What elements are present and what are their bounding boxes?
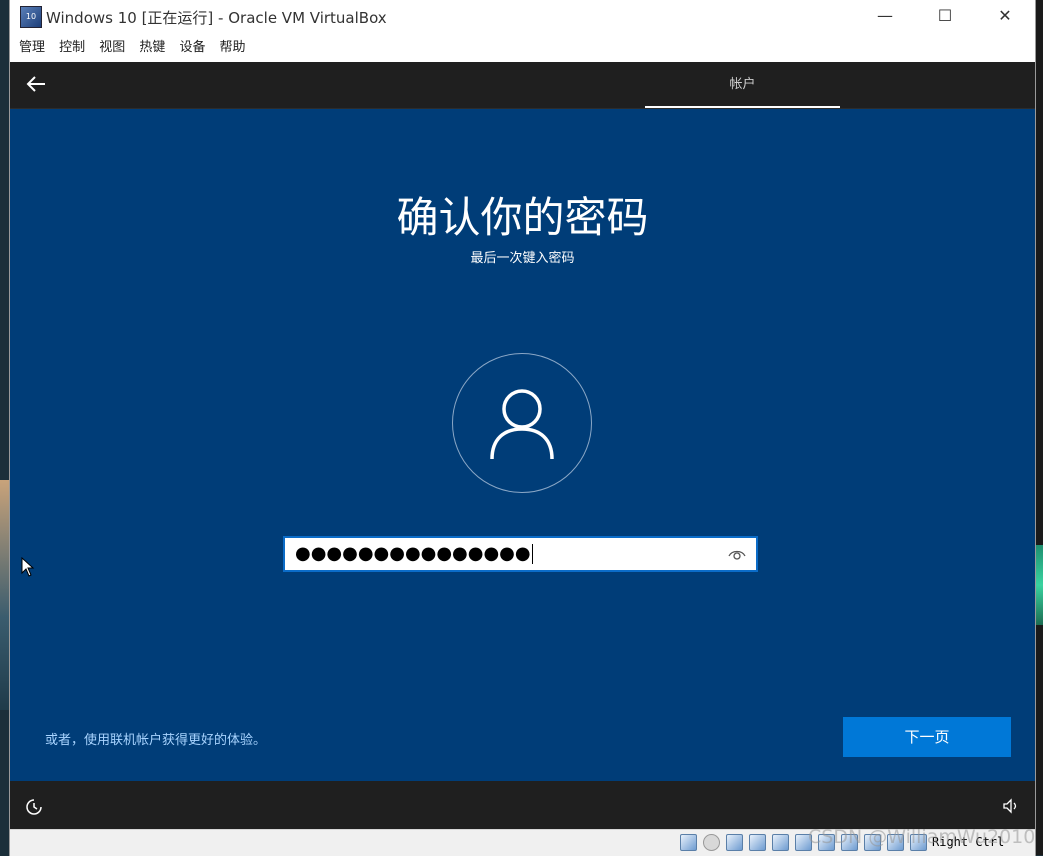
mouse-pointer-icon [21, 557, 35, 577]
menu-item-help[interactable]: 帮助 [220, 34, 246, 62]
menu-bar: 管理 控制 视图 热键 设备 帮助 [10, 34, 1035, 62]
desktop-background-right [1035, 0, 1043, 855]
user-icon [490, 389, 554, 460]
network-icon[interactable] [749, 834, 766, 851]
host-key-label: Right Ctrl [932, 835, 1005, 849]
text-caret [531, 544, 533, 564]
online-account-link[interactable]: 或者，使用联机帐户获得更好的体验。 [45, 729, 266, 748]
desktop-background-left [0, 480, 10, 710]
eye-icon[interactable] [728, 547, 746, 561]
accessibility-icon[interactable] [25, 798, 43, 816]
virtualbox-app-icon: 10 [20, 6, 42, 28]
audio-icon[interactable] [726, 834, 743, 851]
usb-icon[interactable] [772, 834, 789, 851]
close-button[interactable]: ✕ [982, 0, 1028, 34]
hard-disk-icon[interactable] [680, 834, 697, 851]
virtualbox-window: 10 Windows 10 [正在运行] - Oracle VM Virtual… [10, 0, 1035, 856]
menu-item-devices[interactable]: 设备 [179, 34, 205, 62]
guest-additions-icon[interactable] [887, 834, 904, 851]
title-bar[interactable]: 10 Windows 10 [正在运行] - Oracle VM Virtual… [10, 0, 1035, 34]
minimize-button[interactable]: — [862, 0, 908, 34]
menu-item-hotkeys[interactable]: 热键 [139, 34, 165, 62]
tab-account: 帐户 [729, 77, 756, 92]
menu-item-manage[interactable]: 管理 [19, 34, 45, 62]
window-title: Windows 10 [正在运行] - Oracle VM VirtualBox [46, 9, 387, 27]
volume-icon[interactable] [1002, 798, 1020, 814]
next-button[interactable]: 下一页 [843, 717, 1011, 757]
oobe-footer [10, 781, 1035, 829]
mouse-integration-icon[interactable] [910, 834, 927, 851]
maximize-button[interactable]: ☐ [922, 0, 968, 34]
password-input[interactable]: ●●●●●●●●●●●●●●● [283, 536, 758, 572]
status-bar: Right Ctrl [10, 829, 1035, 856]
oobe-header: 帐户 [10, 62, 1035, 109]
avatar [452, 353, 592, 493]
optical-drive-icon[interactable] [703, 834, 720, 851]
back-arrow-icon[interactable] [24, 72, 48, 96]
vm-display[interactable]: 帐户 确认你的密码 最后一次键入密码 ●●●●●●●●●●●●●●● 或者，使用… [10, 62, 1035, 829]
recording-icon[interactable] [841, 834, 858, 851]
menu-item-view[interactable]: 视图 [99, 34, 125, 62]
display-icon[interactable] [818, 834, 835, 851]
password-value: ●●●●●●●●●●●●●●● [295, 543, 533, 564]
menu-item-control[interactable]: 控制 [59, 34, 85, 62]
tab-indicator [645, 106, 840, 108]
oobe-content: 确认你的密码 最后一次键入密码 ●●●●●●●●●●●●●●● 或者，使用联机帐… [10, 109, 1035, 781]
cpu-icon[interactable] [864, 834, 881, 851]
page-subtitle: 最后一次键入密码 [470, 251, 575, 266]
shared-folders-icon[interactable] [795, 834, 812, 851]
page-title: 确认你的密码 [396, 193, 649, 242]
